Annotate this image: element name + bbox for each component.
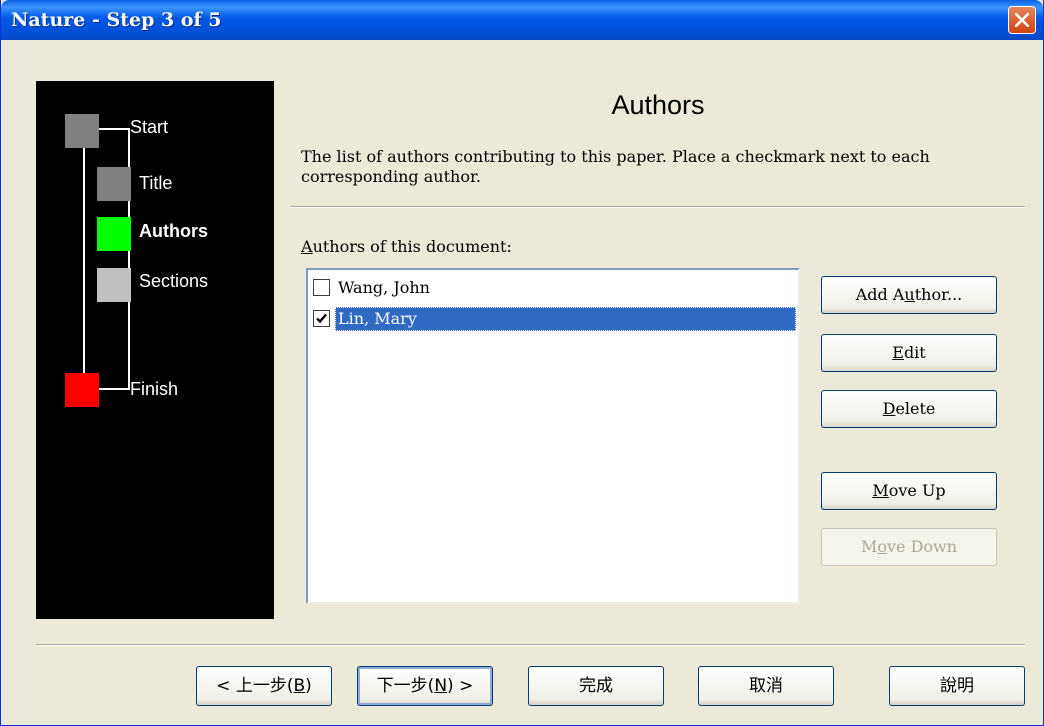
authors-listbox[interactable]: Wang, John Lin, Mary bbox=[306, 268, 800, 604]
window-title: Nature - Step 3 of 5 bbox=[11, 9, 222, 31]
back-button[interactable]: < 上一步(B) bbox=[196, 666, 332, 706]
dialog-body: Start Title Authors Sections Finish Auth… bbox=[7, 40, 1037, 720]
wizard-window: Nature - Step 3 of 5 Start Title Authors… bbox=[0, 0, 1044, 726]
checkmark-icon bbox=[316, 313, 327, 324]
button-label: 取消 bbox=[749, 676, 783, 696]
footer-separator bbox=[36, 644, 1025, 646]
step-connector-line bbox=[83, 128, 85, 390]
button-accelerator: E bbox=[892, 343, 904, 362]
author-name: Wang, John bbox=[338, 278, 430, 297]
step-marker-start bbox=[65, 114, 99, 148]
author-list-item[interactable]: Lin, Mary bbox=[313, 305, 796, 333]
label-accelerator: A bbox=[301, 237, 313, 256]
button-accelerator: u bbox=[904, 285, 915, 304]
cancel-button[interactable]: 取消 bbox=[698, 666, 834, 706]
button-label: Add A bbox=[855, 285, 905, 304]
button-accelerator: o bbox=[877, 537, 887, 556]
step-marker-authors bbox=[97, 217, 131, 251]
step-navigator: Start Title Authors Sections Finish bbox=[36, 81, 274, 619]
button-label: elete bbox=[895, 399, 936, 418]
corresponding-author-checkbox[interactable] bbox=[313, 279, 330, 296]
header-separator bbox=[291, 206, 1025, 208]
page-description: The list of authors contributing to this… bbox=[301, 147, 930, 186]
button-label: 說明 bbox=[940, 676, 974, 696]
button-label: ove Up bbox=[888, 481, 946, 500]
add-author-button[interactable]: Add Author... bbox=[821, 276, 997, 314]
step-label-start: Start bbox=[130, 117, 169, 137]
page-heading: Authors bbox=[611, 90, 705, 120]
step-marker-sections bbox=[97, 268, 131, 302]
button-label: ) bbox=[305, 676, 312, 696]
move-up-button[interactable]: Move Up bbox=[821, 472, 997, 510]
corresponding-author-checkbox[interactable] bbox=[313, 310, 330, 327]
finish-button[interactable]: 完成 bbox=[528, 666, 664, 706]
edit-button[interactable]: Edit bbox=[821, 334, 997, 372]
button-accelerator: B bbox=[293, 676, 306, 696]
author-list-item[interactable]: Wang, John bbox=[313, 274, 796, 302]
step-label-finish: Finish bbox=[130, 379, 179, 399]
button-label: 下一步( bbox=[376, 676, 435, 696]
move-down-button[interactable]: Move Down bbox=[821, 528, 997, 566]
button-label: 完成 bbox=[579, 676, 613, 696]
close-button[interactable] bbox=[1008, 6, 1036, 34]
author-name: Lin, Mary bbox=[335, 307, 796, 331]
help-button[interactable]: 說明 bbox=[889, 666, 1025, 706]
button-label: thor... bbox=[914, 285, 963, 304]
step-marker-finish bbox=[65, 373, 99, 407]
step-marker-title bbox=[97, 167, 131, 201]
button-accelerator: N bbox=[434, 676, 448, 696]
button-label: dit bbox=[903, 343, 926, 362]
button-accelerator: D bbox=[882, 399, 896, 418]
label-text: uthors of this document: bbox=[312, 237, 512, 256]
button-label: ) > bbox=[447, 676, 474, 696]
step-label-title: Title bbox=[139, 173, 173, 193]
delete-button[interactable]: Delete bbox=[821, 390, 997, 428]
authors-list-label: Authors of this document: bbox=[301, 237, 512, 256]
button-label: < 上一步( bbox=[216, 676, 294, 696]
step-label-sections: Sections bbox=[139, 271, 209, 291]
title-bar[interactable]: Nature - Step 3 of 5 bbox=[1, 0, 1043, 40]
step-label-authors: Authors bbox=[139, 221, 208, 241]
button-accelerator: M bbox=[872, 481, 889, 500]
button-label: ve Down bbox=[886, 537, 958, 556]
close-icon bbox=[1015, 13, 1029, 27]
button-label: M bbox=[860, 537, 878, 556]
next-button[interactable]: 下一步(N) > bbox=[357, 666, 493, 706]
